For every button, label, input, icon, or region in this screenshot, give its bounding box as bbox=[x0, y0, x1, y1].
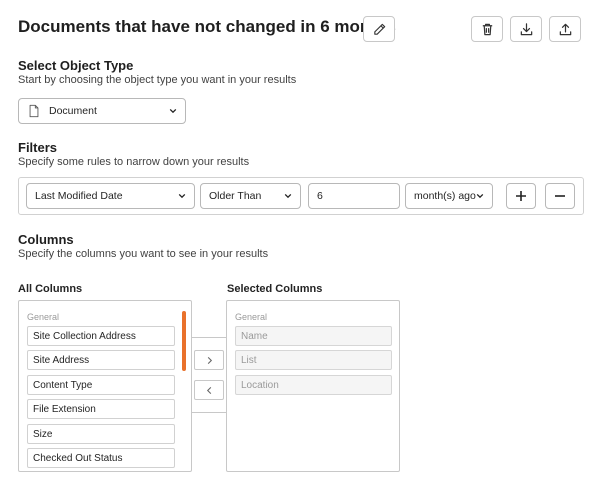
remove-filter-button[interactable] bbox=[545, 183, 575, 209]
download-button[interactable] bbox=[510, 16, 542, 42]
chevron-down-icon bbox=[178, 193, 186, 199]
chevron-left-icon bbox=[206, 386, 211, 394]
filters-description: Specify some rules to narrow down your r… bbox=[18, 156, 250, 168]
page-title: Documents that have not changed in 6 mon… bbox=[18, 17, 396, 36]
selected-columns-label: Selected Columns bbox=[227, 283, 323, 295]
filter-unit-value: month(s) ago bbox=[414, 190, 476, 202]
filter-unit-select[interactable]: month(s) ago bbox=[405, 183, 493, 209]
all-columns-label: All Columns bbox=[18, 283, 83, 295]
add-column-button[interactable] bbox=[194, 350, 224, 370]
filter-field-value: Last Modified Date bbox=[35, 190, 123, 202]
edit-title-button[interactable] bbox=[363, 16, 395, 42]
filter-operator-select[interactable]: Older Than bbox=[200, 183, 301, 209]
list-item[interactable]: Location bbox=[235, 375, 392, 395]
list-item[interactable]: Name bbox=[235, 326, 392, 346]
list-item[interactable]: Checked Out Status bbox=[27, 448, 175, 468]
move-buttons-frame bbox=[191, 337, 227, 413]
filter-field-select[interactable]: Last Modified Date bbox=[26, 183, 195, 209]
selected-columns-list[interactable]: General Name List Location bbox=[226, 300, 400, 472]
chevron-right-icon bbox=[207, 356, 212, 364]
list-item[interactable]: File Extension bbox=[27, 399, 175, 419]
all-columns-list[interactable]: General Site Collection Address Site Add… bbox=[18, 300, 192, 472]
selected-columns-group-label: General bbox=[235, 312, 268, 322]
upload-icon bbox=[559, 23, 571, 35]
object-type-description: Start by choosing the object type you wa… bbox=[18, 74, 297, 86]
delete-button[interactable] bbox=[471, 16, 503, 42]
chevron-down-icon bbox=[284, 193, 292, 199]
chevron-down-icon bbox=[169, 108, 177, 114]
plus-icon bbox=[516, 191, 526, 201]
remove-column-button[interactable] bbox=[194, 380, 224, 400]
trash-icon bbox=[482, 23, 492, 35]
object-type-select[interactable]: Document bbox=[18, 98, 186, 124]
download-icon bbox=[520, 22, 532, 35]
filters-heading: Filters bbox=[18, 140, 58, 155]
pencil-icon bbox=[373, 23, 385, 35]
list-item[interactable]: List bbox=[235, 350, 392, 370]
filter-value-input[interactable]: 6 bbox=[308, 183, 400, 209]
columns-heading: Columns bbox=[18, 232, 74, 247]
minus-icon bbox=[555, 195, 565, 197]
list-item[interactable]: Site Address bbox=[27, 350, 175, 370]
filter-operator-value: Older Than bbox=[209, 190, 262, 202]
object-type-heading: Select Object Type bbox=[18, 58, 134, 73]
list-item[interactable]: Size bbox=[27, 424, 175, 444]
columns-description: Specify the columns you want to see in y… bbox=[18, 248, 269, 260]
upload-button[interactable] bbox=[549, 16, 581, 42]
chevron-down-icon bbox=[476, 193, 484, 199]
object-type-value: Document bbox=[49, 105, 97, 117]
document-icon bbox=[29, 104, 39, 118]
list-item[interactable]: Content Type bbox=[27, 375, 175, 395]
all-columns-group-label: General bbox=[27, 312, 60, 322]
list-item[interactable]: Site Collection Address bbox=[27, 326, 175, 346]
add-filter-button[interactable] bbox=[506, 183, 536, 209]
scrollbar-thumb[interactable] bbox=[182, 311, 186, 371]
